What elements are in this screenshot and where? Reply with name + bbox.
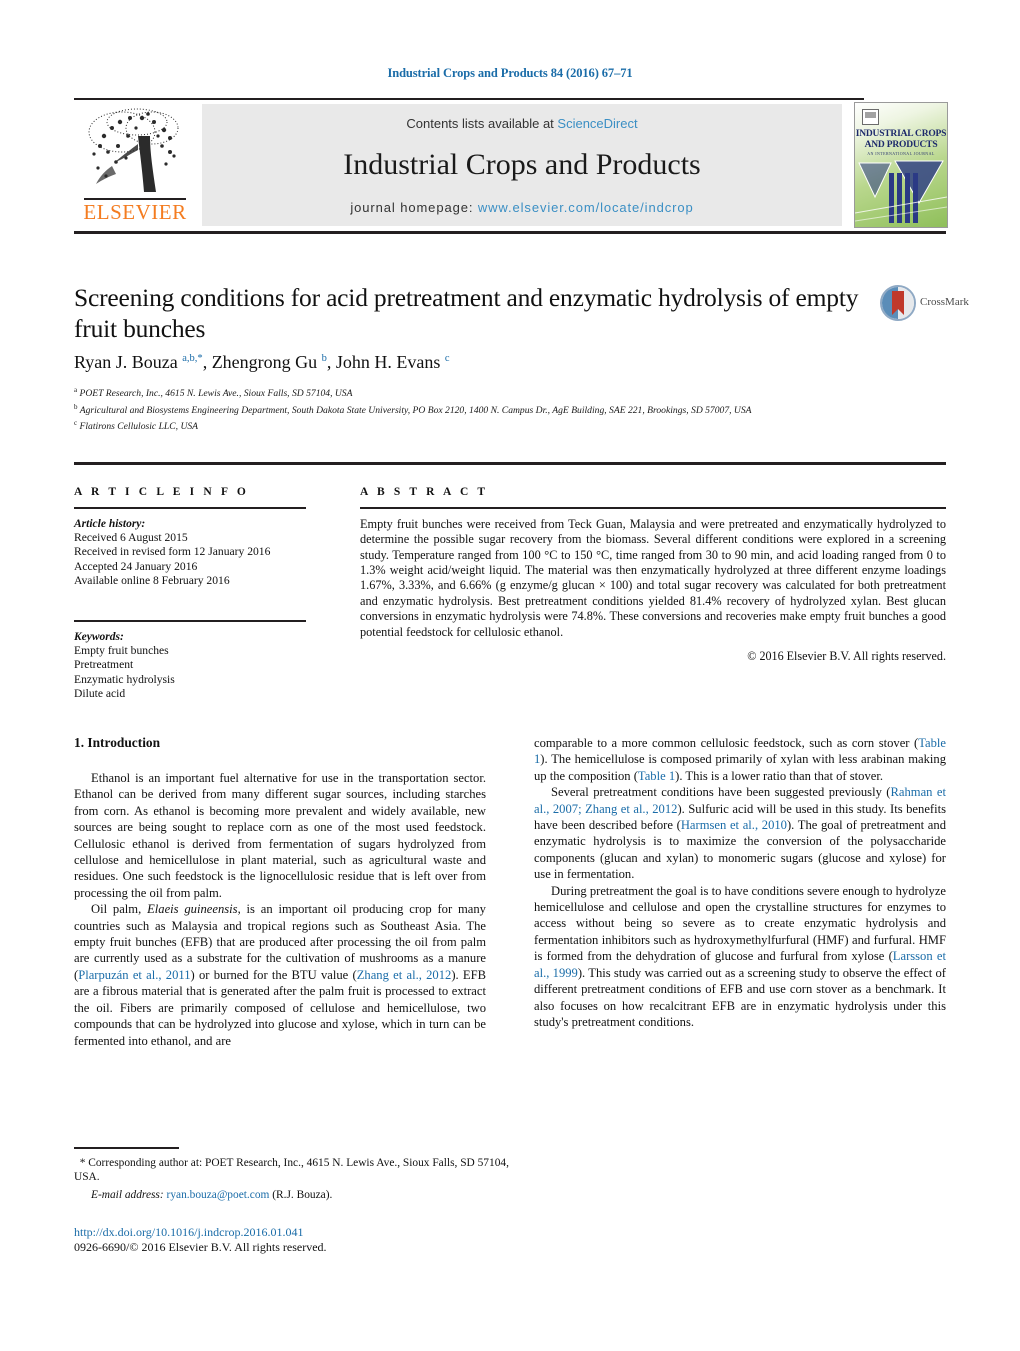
cover-elsevier-mark-icon	[862, 109, 879, 125]
elsevier-logo: ELSEVIER	[76, 104, 194, 226]
article-title: Screening conditions for acid pretreatme…	[74, 283, 859, 343]
author-list: Ryan J. Bouza a,b,*, Zhengrong Gu b, Joh…	[74, 352, 874, 373]
article-info-column: A R T I C L E I N F O Article history: R…	[74, 486, 306, 702]
para3-a: comparable to a more common cellulosic f…	[534, 736, 919, 750]
affiliation-marker-b: b	[74, 402, 78, 411]
affiliation-marker-c: c	[74, 419, 78, 428]
contents-prefix: Contents lists available at	[406, 116, 558, 131]
intro-paragraph-5: During pretreatment the goal is to have …	[534, 883, 946, 1031]
masthead-center-band: Contents lists available at ScienceDirec…	[202, 104, 842, 226]
email-link[interactable]: ryan.bouza@poet.com	[167, 1189, 270, 1201]
corresponding-author-footnote: * Corresponding author at: POET Research…	[74, 1147, 514, 1202]
keyword-4: Dilute acid	[74, 687, 126, 701]
affiliation-c: c Flatirons Cellulosic LLC, USA	[74, 417, 874, 434]
intro-paragraph-4: Several pretreatment conditions have bee…	[534, 784, 946, 882]
journal-title: Industrial Crops and Products	[343, 148, 701, 181]
affiliation-marker-a: a	[74, 386, 78, 394]
crossmark-label: CrossMark	[920, 296, 969, 308]
email-label: E-mail address:	[91, 1189, 164, 1201]
section-heading-introduction: 1. Introduction	[74, 735, 161, 750]
article-info-divider	[74, 507, 306, 509]
citation-link-harmsen[interactable]: Harmsen et al., 2010	[681, 818, 787, 832]
cover-subtitle: AN INTERNATIONAL JOURNAL	[867, 151, 935, 156]
intro-paragraph-3: comparable to a more common cellulosic f…	[534, 735, 946, 784]
abstract-divider	[360, 507, 946, 509]
corresponding-author-line: * Corresponding author at: POET Research…	[74, 1156, 514, 1184]
history-received: Received 6 August 2015	[74, 530, 188, 544]
affiliation-text-a: POET Research, Inc., 4615 N. Lewis Ave.,…	[79, 388, 353, 400]
info-section-rule	[74, 462, 946, 465]
masthead-bottom-rule	[74, 231, 946, 234]
running-head: Industrial Crops and Products 84 (2016) …	[387, 66, 633, 80]
title-block: Screening conditions for acid pretreatme…	[74, 282, 874, 344]
species-name: Elaeis guineensis	[147, 902, 238, 917]
keyword-2: Pretreatment	[74, 658, 134, 672]
abstract-column: A B S T R A C T Empty fruit bunches were…	[360, 486, 946, 664]
body-columns: 1. Introduction Ethanol is an important …	[74, 735, 946, 1115]
history-available-online: Available online 8 February 2016	[74, 574, 230, 588]
article-history-label: Article history:	[74, 517, 146, 530]
cover-title: INDUSTRIAL CROPS AND PRODUCTS	[855, 129, 947, 150]
article-first-page: Industrial Crops and Products 84 (2016) …	[0, 0, 1020, 1351]
intro-paragraph-2: Oil palm, Elaeis guineensis, is an impor…	[74, 901, 486, 1049]
doi-block: http://dx.doi.org/10.1016/j.indcrop.2016…	[74, 1225, 514, 1255]
keyword-3: Enzymatic hydrolysis	[74, 672, 175, 686]
doi-link[interactable]: http://dx.doi.org/10.1016/j.indcrop.2016…	[74, 1225, 514, 1240]
issn-copyright-line: 0926-6690/© 2016 Elsevier B.V. All right…	[74, 1240, 327, 1254]
para2-b: ) or burned for the BTU value (	[190, 967, 357, 982]
affiliation-text-b: Agricultural and Biosystems Engineering …	[79, 404, 752, 416]
journal-homepage-link[interactable]: www.elsevier.com/locate/indcrop	[478, 200, 694, 215]
affiliation-b: b Agricultural and Biosystems Engineerin…	[74, 401, 874, 418]
journal-masthead: ELSEVIER Contents lists available at Sci…	[74, 98, 948, 234]
body-right-column: comparable to a more common cellulosic f…	[534, 735, 946, 1030]
elsevier-wordmark: ELSEVIER	[83, 200, 187, 224]
masthead-top-rule	[74, 98, 864, 100]
elsevier-tree-icon	[88, 108, 179, 192]
affiliation-text-c: Flatirons Cellulosic LLC, USA	[79, 421, 199, 433]
journal-homepage-line: journal homepage: www.elsevier.com/locat…	[202, 200, 842, 215]
keyword-1: Empty fruit bunches	[74, 643, 169, 657]
journal-cover-thumbnail: INDUSTRIAL CROPS AND PRODUCTS AN INTERNA…	[854, 102, 948, 228]
history-accepted: Accepted 24 January 2016	[74, 559, 198, 573]
para4-a: Several pretreatment conditions have bee…	[551, 785, 891, 800]
homepage-label: journal homepage:	[350, 200, 478, 215]
abstract-copyright: © 2016 Elsevier B.V. All rights reserved…	[747, 649, 946, 664]
table1-link-b[interactable]: Table 1	[638, 769, 675, 783]
cover-artwork-icon	[855, 160, 947, 223]
contents-available-line: Contents lists available at ScienceDirec…	[202, 116, 842, 131]
abstract-text: Empty fruit bunches were received from T…	[360, 516, 946, 639]
intro-paragraph-1: Ethanol is an important fuel alternative…	[74, 771, 486, 900]
article-info-heading: A R T I C L E I N F O	[74, 486, 249, 498]
citation-link-zhang-2012[interactable]: Zhang et al., 2012	[357, 968, 452, 982]
para3-c: ). This is a lower ratio than that of st…	[675, 768, 883, 783]
email-line: E-mail address: ryan.bouza@poet.com (R.J…	[74, 1188, 514, 1202]
email-suffix: (R.J. Bouza).	[272, 1189, 333, 1201]
para5-b: ). This study was carried out as a scree…	[534, 965, 946, 1029]
corresponding-marker: *	[79, 1156, 86, 1169]
para5-a: During pretreatment the goal is to have …	[534, 883, 946, 964]
para2-pre: Oil palm,	[91, 902, 148, 917]
sciencedirect-link[interactable]: ScienceDirect	[557, 116, 637, 131]
corresponding-text: Corresponding author at: POET Research, …	[74, 1156, 509, 1183]
body-left-column: 1. Introduction Ethanol is an important …	[74, 735, 486, 1049]
authors-html: Ryan J. Bouza a,b,*, Zhengrong Gu b, Joh…	[74, 352, 450, 372]
keywords-label: Keywords:	[74, 630, 124, 643]
affiliation-a: a POET Research, Inc., 4615 N. Lewis Ave…	[74, 384, 874, 401]
history-revised: Received in revised form 12 January 2016	[74, 545, 271, 559]
abstract-heading: A B S T R A C T	[360, 486, 489, 498]
crossmark-icon[interactable]	[880, 285, 916, 321]
keywords-divider	[74, 619, 306, 622]
affiliations: a POET Research, Inc., 4615 N. Lewis Ave…	[74, 384, 874, 434]
citation-link-plarpuzan[interactable]: Plarpuzán et al., 2011	[78, 968, 190, 982]
crossmark-badge[interactable]: CrossMark	[880, 285, 969, 329]
footnote-rule	[74, 1147, 179, 1149]
